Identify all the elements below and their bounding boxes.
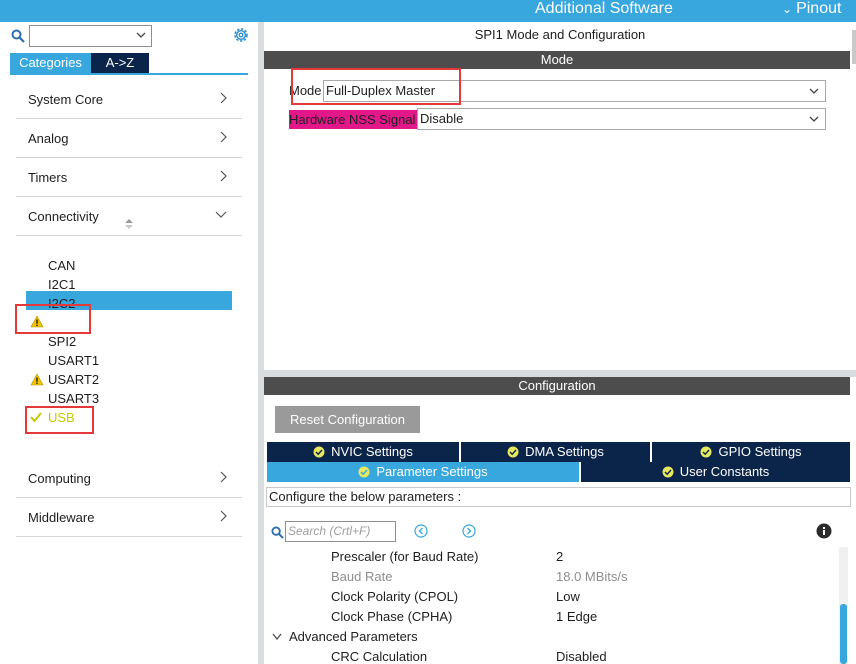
- mode-section-header: Mode: [264, 51, 850, 69]
- search-combo[interactable]: [29, 25, 152, 47]
- warning-icon: [30, 373, 44, 386]
- search-icon[interactable]: [11, 29, 25, 43]
- check-circle-icon: [700, 446, 712, 458]
- category-label: System Core: [28, 92, 104, 107]
- category-label: Analog: [28, 131, 69, 146]
- param-cpol-label: Clock Polarity (CPOL): [331, 589, 459, 604]
- peripheral-spi2[interactable]: SPI2: [48, 332, 76, 351]
- category-system-core[interactable]: System Core: [16, 80, 242, 119]
- annotation-box-usb: [25, 406, 94, 434]
- param-cpol-value[interactable]: Low: [556, 588, 580, 606]
- tab-categories[interactable]: Categories: [10, 53, 91, 73]
- check-circle-icon: [313, 446, 325, 458]
- chevron-down-icon: [809, 116, 819, 122]
- annotation-box-spi1: [15, 304, 91, 334]
- chevron-right-icon: [220, 510, 227, 522]
- param-prescaler-label: Prescaler (for Baud Rate): [331, 549, 479, 564]
- sort-icon[interactable]: [124, 218, 134, 230]
- category-computing[interactable]: Computing: [16, 459, 242, 498]
- tab-underline: [10, 73, 248, 75]
- tab-label: Parameter Settings: [376, 464, 488, 479]
- search-icon[interactable]: [271, 526, 284, 539]
- tab-user-constants[interactable]: User Constants: [581, 462, 850, 482]
- param-baud-rate-value: 18.0 MBits/s: [556, 569, 628, 584]
- chevron-down-icon: [809, 88, 819, 94]
- peripheral-can[interactable]: CAN: [48, 256, 75, 275]
- category-middleware[interactable]: Middleware: [16, 498, 242, 537]
- top-toolbar: Additional Software ⌄ Pinout: [0, 0, 856, 22]
- chevron-right-icon: [220, 471, 227, 483]
- check-circle-icon: [507, 446, 519, 458]
- tab-label: GPIO Settings: [718, 444, 802, 459]
- chevron-right-icon: [220, 170, 227, 182]
- param-crc-value[interactable]: Disabled: [556, 648, 607, 664]
- panel-splitter-horizontal[interactable]: [264, 370, 856, 377]
- param-crc-label: CRC Calculation: [331, 649, 428, 664]
- param-prescaler-value[interactable]: 2: [556, 548, 563, 566]
- peripheral-usart2[interactable]: USART2: [48, 370, 99, 389]
- peripheral-usart1[interactable]: USART1: [48, 351, 99, 370]
- reset-configuration-button[interactable]: Reset Configuration: [275, 406, 420, 433]
- additional-software-tab[interactable]: Additional Software: [535, 0, 673, 18]
- category-connectivity[interactable]: Connectivity: [16, 197, 242, 236]
- nss-signal-value: Disable: [420, 111, 464, 126]
- tab-gpio-settings[interactable]: GPIO Settings: [652, 442, 850, 462]
- nss-signal-label: Hardware NSS Signal: [289, 110, 419, 129]
- scrollbar-thumb[interactable]: [840, 604, 847, 664]
- pinout-label: Pinout: [796, 0, 842, 17]
- nss-signal-select[interactable]: Disable: [417, 108, 826, 130]
- chevron-down-icon: [136, 32, 146, 38]
- param-cpha-value[interactable]: 1 Edge: [556, 608, 597, 626]
- info-icon[interactable]: [816, 523, 832, 539]
- check-circle-icon: [662, 466, 674, 478]
- check-circle-icon: [358, 466, 370, 478]
- category-label: Timers: [28, 170, 68, 185]
- param-cpha-label: Clock Phase (CPHA): [331, 609, 453, 624]
- configuration-section-header: Configuration: [264, 377, 850, 395]
- category-label: Computing: [28, 471, 91, 486]
- tab-parameter-settings[interactable]: Parameter Settings: [267, 462, 579, 482]
- next-result-icon[interactable]: [462, 524, 476, 538]
- chevron-down-icon: ⌄: [782, 2, 793, 16]
- param-baud-rate-label: Baud Rate: [331, 569, 393, 584]
- pinout-menu[interactable]: ⌄ Pinout: [782, 0, 841, 18]
- parameter-search-input[interactable]: Search (Crtl+F): [285, 521, 396, 542]
- tab-dma-settings[interactable]: DMA Settings: [461, 442, 650, 462]
- gear-icon[interactable]: [232, 26, 250, 44]
- configure-hint: Configure the below parameters :: [266, 487, 851, 507]
- previous-result-icon[interactable]: [414, 524, 428, 538]
- chevron-right-icon: [220, 131, 227, 143]
- peripheral-i2c1[interactable]: I2C1: [48, 275, 75, 294]
- tab-nvic-settings[interactable]: NVIC Settings: [267, 442, 459, 462]
- tab-label: NVIC Settings: [331, 444, 413, 459]
- advanced-parameters-group[interactable]: Advanced Parameters: [289, 628, 418, 646]
- panel-title: SPI1 Mode and Configuration: [474, 27, 646, 42]
- tab-label: User Constants: [679, 464, 770, 479]
- category-analog[interactable]: Analog: [16, 119, 242, 158]
- chevron-down-icon: [215, 211, 227, 218]
- category-label: Middleware: [28, 510, 95, 525]
- annotation-box-mode: [291, 68, 461, 105]
- category-timers[interactable]: Timers: [16, 158, 242, 197]
- category-label: Connectivity: [28, 209, 99, 224]
- tab-a-z[interactable]: A->Z: [91, 53, 149, 73]
- tab-label: DMA Settings: [525, 444, 604, 459]
- chevron-right-icon: [220, 92, 227, 104]
- chevron-down-icon[interactable]: [272, 633, 282, 641]
